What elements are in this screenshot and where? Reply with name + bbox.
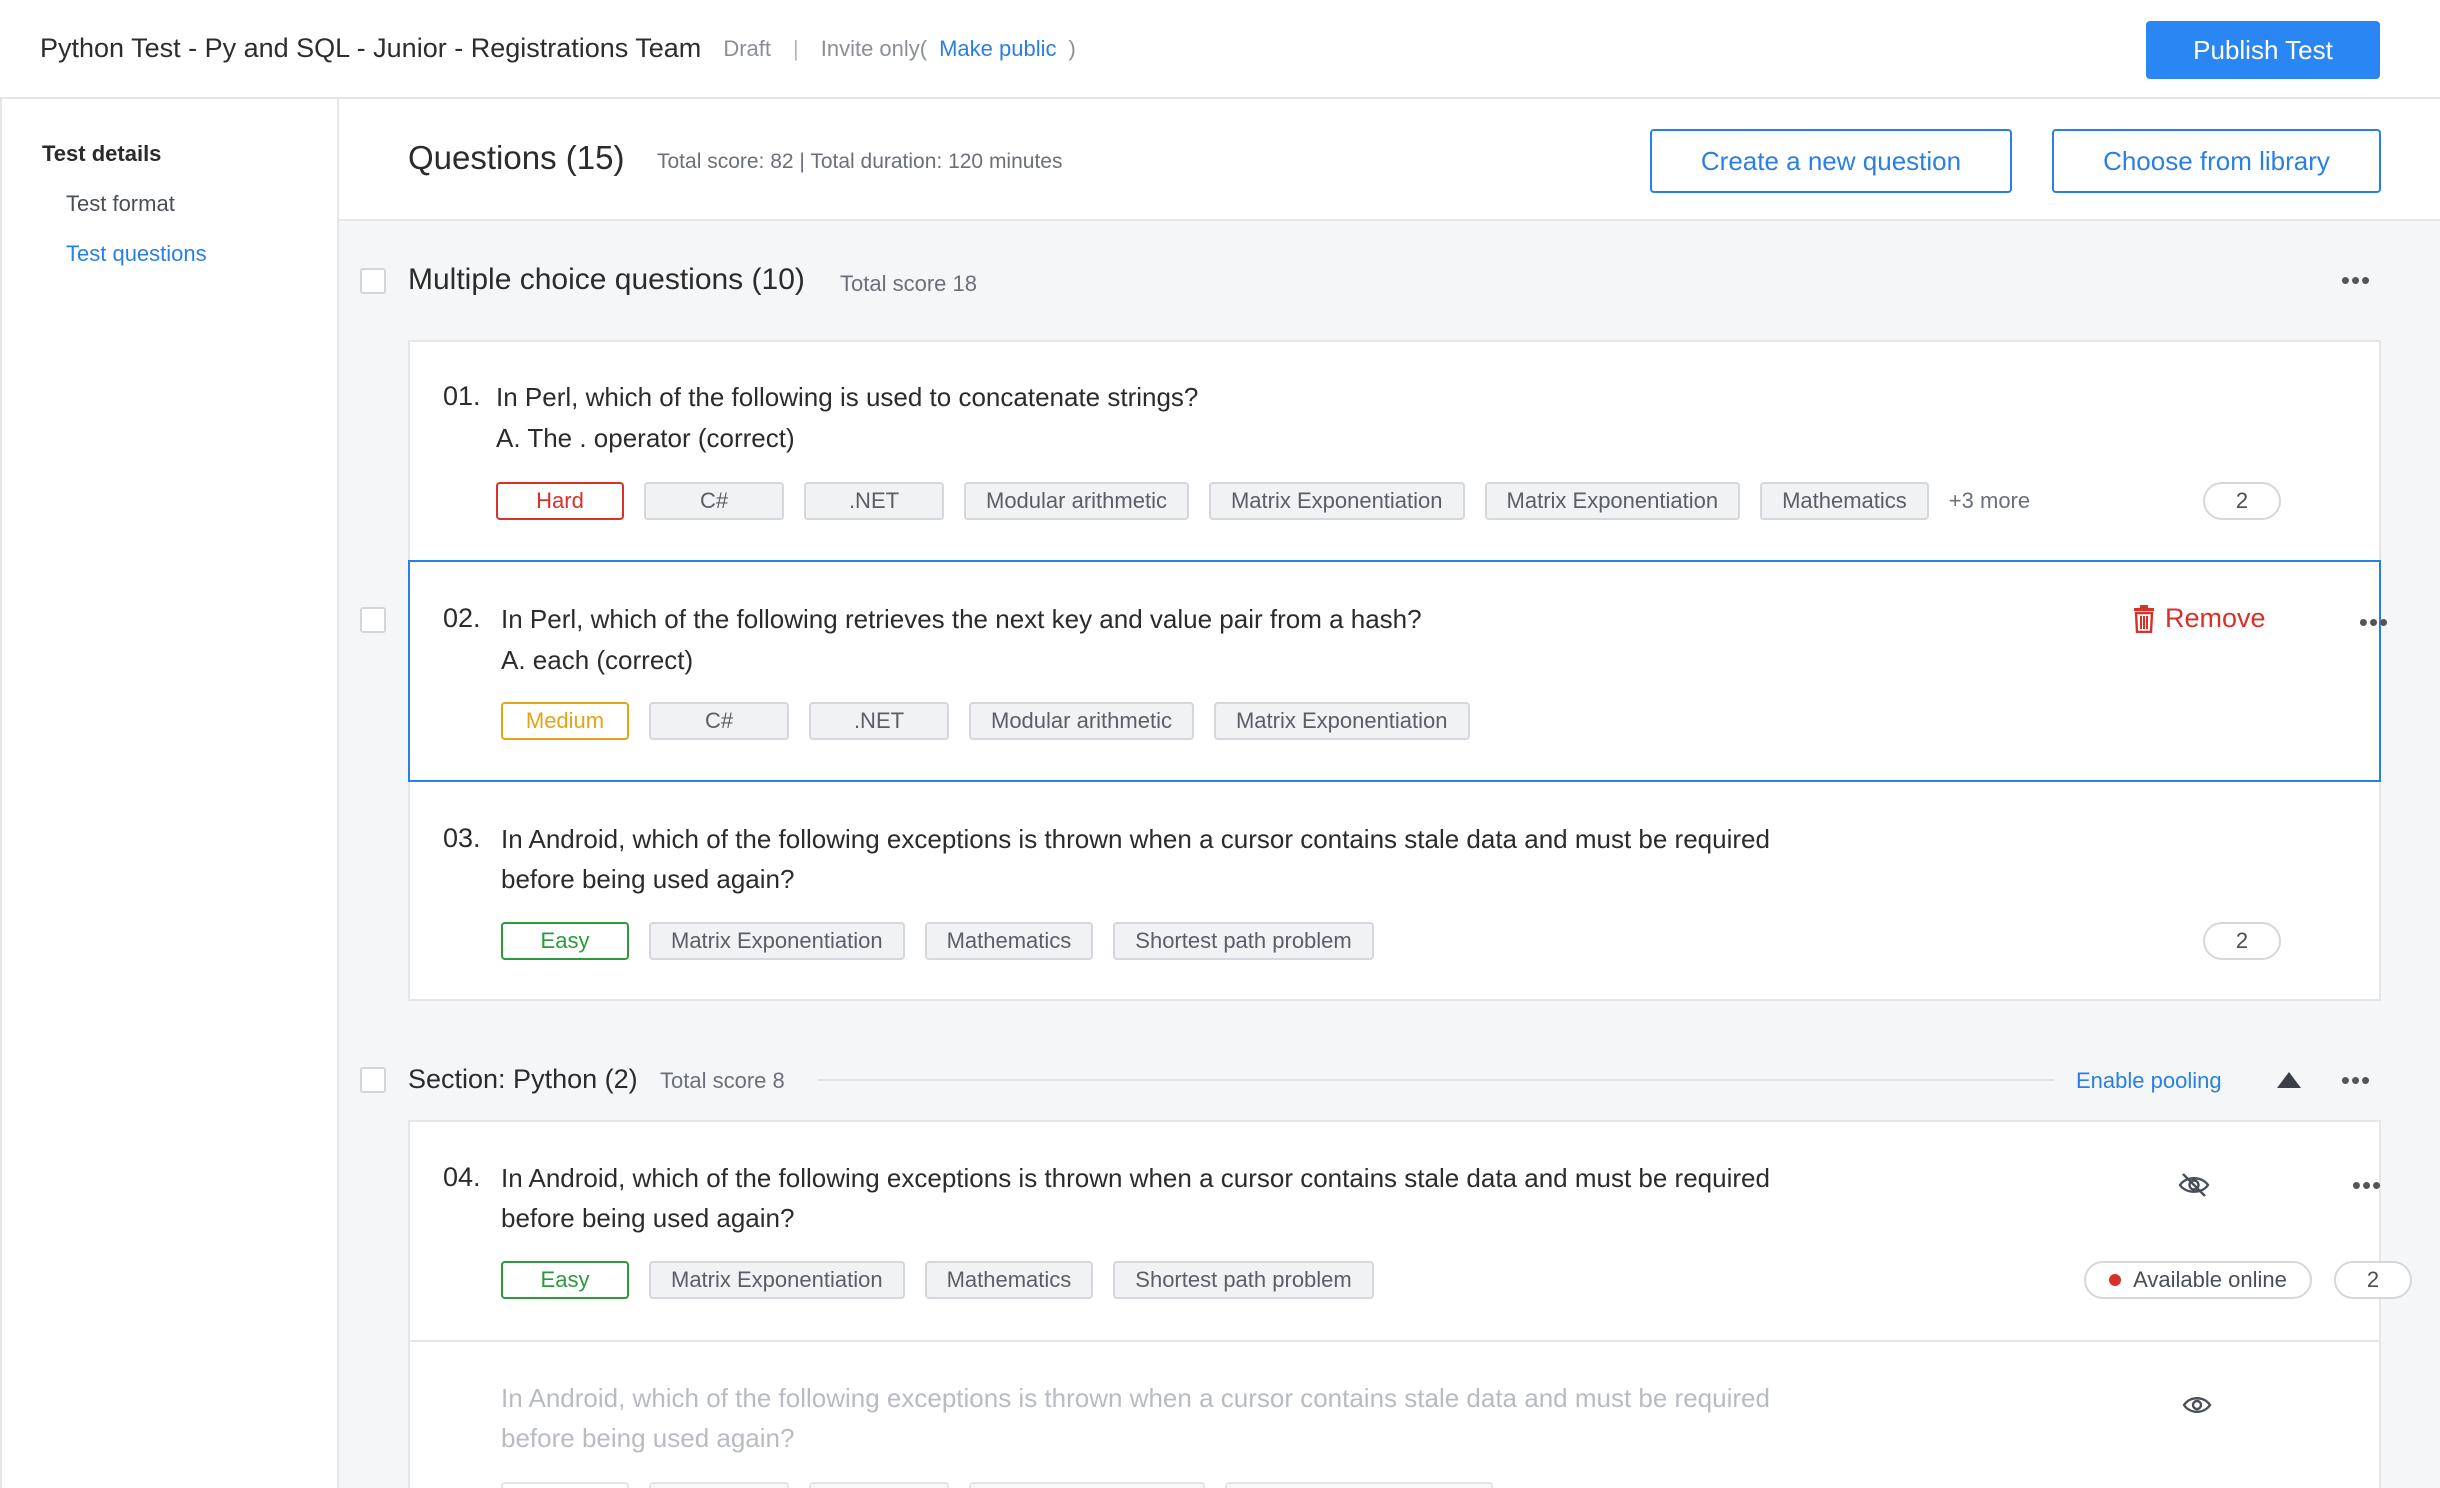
python-section-more-icon[interactable]: •••	[2336, 1067, 2376, 1093]
remove-label: Remove	[2165, 603, 2266, 633]
availability-label: Available online	[2133, 1267, 2287, 1292]
python-section-score: Total score 8	[660, 1068, 785, 1093]
tag: Matrix Exponentiation	[1208, 482, 1465, 520]
publish-test-button[interactable]: Publish Test	[2146, 21, 2380, 79]
tag-list	[501, 1482, 1493, 1488]
eye-off-icon[interactable]	[2178, 1172, 2210, 1198]
question-card-04[interactable]: 04. In Android, which of the following e…	[408, 1120, 2412, 1342]
tag-list: Easy Matrix Exponentiation Mathematics S…	[501, 922, 1374, 960]
mcq-section-title: Multiple choice questions (10)	[408, 263, 805, 296]
section-divider	[818, 1079, 2054, 1081]
question-number: 01.	[443, 381, 481, 411]
tag: .NET	[804, 482, 944, 520]
tag: Matrix Exponentiation	[649, 1261, 905, 1299]
question-answer: A. each (correct)	[501, 645, 694, 675]
tag-list: Hard C# .NET Modular arithmetic Matrix E…	[496, 482, 2030, 520]
make-public-link[interactable]: Make public	[939, 36, 1056, 62]
availability-pill[interactable]: Available online	[2084, 1261, 2312, 1299]
tag-list: Medium C# .NET Modular arithmetic Matrix…	[501, 702, 1470, 740]
tag: Matrix Exponentiation	[649, 922, 905, 960]
mcq-section-score: Total score 18	[840, 271, 977, 296]
question-card-02[interactable]: 02. In Perl, which of the following retr…	[408, 560, 2388, 782]
tag: Mathematics	[1760, 482, 1929, 520]
sidebar-item-test-format[interactable]: Test format	[66, 191, 175, 217]
header-separator: |	[793, 35, 799, 61]
section-checkbox-mcq[interactable]	[360, 268, 386, 294]
question-card-05[interactable]: In Android, which of the following excep…	[408, 1340, 2381, 1488]
difficulty-badge: Easy	[501, 922, 629, 960]
questions-title: Questions (15)	[408, 139, 625, 176]
question-answer: A. The . operator (correct)	[496, 423, 795, 453]
tag: C#	[649, 702, 789, 740]
remove-button[interactable]: Remove	[2133, 603, 2266, 634]
section-checkbox-python[interactable]	[360, 1067, 386, 1093]
question-text: In Android, which of the following excep…	[501, 1383, 1770, 1453]
sidebar-item-test-questions[interactable]: Test questions	[66, 241, 207, 267]
tag: Mathematics	[924, 922, 1094, 960]
difficulty-badge: Medium	[501, 702, 629, 740]
difficulty-badge: Hard	[496, 482, 624, 520]
top-bar: Python Test - Py and SQL - Junior - Regi…	[0, 0, 2440, 99]
tag	[969, 1482, 1205, 1488]
tag: Shortest path problem	[1113, 922, 1374, 960]
eye-icon[interactable]	[2182, 1394, 2212, 1416]
question-text: In Android, which of the following excep…	[501, 824, 1770, 894]
tag-list: Easy Matrix Exponentiation Mathematics S…	[501, 1261, 1374, 1299]
python-section-title: Section: Python (2)	[408, 1064, 638, 1094]
choose-library-button[interactable]: Choose from library	[2052, 129, 2381, 193]
tag	[1225, 1482, 1493, 1488]
paren-close: )	[1068, 35, 1076, 61]
question-number: 04.	[443, 1162, 481, 1192]
difficulty-badge	[501, 1482, 629, 1488]
question-checkbox-02[interactable]	[360, 607, 386, 633]
more-tags-link[interactable]: +3 more	[1949, 488, 2030, 514]
tag: .NET	[809, 702, 949, 740]
tag: Modular arithmetic	[969, 702, 1194, 740]
question-more-icon[interactable]: •••	[2354, 609, 2394, 635]
question-number: 03.	[443, 823, 481, 853]
status-dot-icon	[2109, 1274, 2122, 1286]
question-text: In Perl, which of the following retrieve…	[501, 604, 1422, 634]
sidebar: Test details Test format Test questions	[0, 99, 339, 1488]
question-more-icon[interactable]: •••	[2347, 1172, 2387, 1198]
trash-icon	[2134, 604, 2154, 633]
tag: Matrix Exponentiation	[1484, 482, 1741, 520]
tag: Modular arithmetic	[964, 482, 1189, 520]
score-pill[interactable]: 2	[2334, 1261, 2412, 1299]
questions-header: Questions (15) Total score: 82 | Total d…	[339, 99, 2440, 221]
enable-pooling-link[interactable]: Enable pooling	[2076, 1068, 2222, 1094]
tag: Shortest path problem	[1113, 1261, 1374, 1299]
mcq-section-more-icon[interactable]: •••	[2336, 267, 2376, 293]
score-pill[interactable]: 2	[2203, 922, 2281, 960]
question-number: 02.	[443, 603, 481, 633]
tag: Matrix Exponentiation	[1213, 702, 1470, 740]
score-pill[interactable]: 2	[2203, 482, 2281, 520]
sidebar-group-title: Test details	[42, 141, 162, 166]
question-card-03[interactable]: 03. In Android, which of the following e…	[408, 780, 2381, 1001]
tag: Mathematics	[924, 1261, 1094, 1299]
draft-status: Draft	[723, 35, 771, 61]
questions-summary: Total score: 82 | Total duration: 120 mi…	[657, 150, 1063, 173]
tag: C#	[644, 482, 784, 520]
create-question-button[interactable]: Create a new question	[1650, 129, 2012, 193]
invite-status: Invite only	[820, 35, 920, 61]
test-title: Python Test - Py and SQL - Junior - Regi…	[40, 33, 702, 63]
difficulty-badge: Easy	[501, 1261, 629, 1299]
tag	[809, 1482, 949, 1488]
paren-open: (	[919, 35, 928, 61]
caret-up-icon[interactable]	[2276, 1071, 2302, 1089]
main-content: Questions (15) Total score: 82 | Total d…	[339, 99, 2440, 1488]
question-text: In Android, which of the following excep…	[501, 1163, 1770, 1233]
question-text: In Perl, which of the following is used …	[496, 382, 1199, 412]
question-card-01[interactable]: 01. In Perl, which of the following is u…	[408, 340, 2381, 562]
tag	[649, 1482, 789, 1488]
